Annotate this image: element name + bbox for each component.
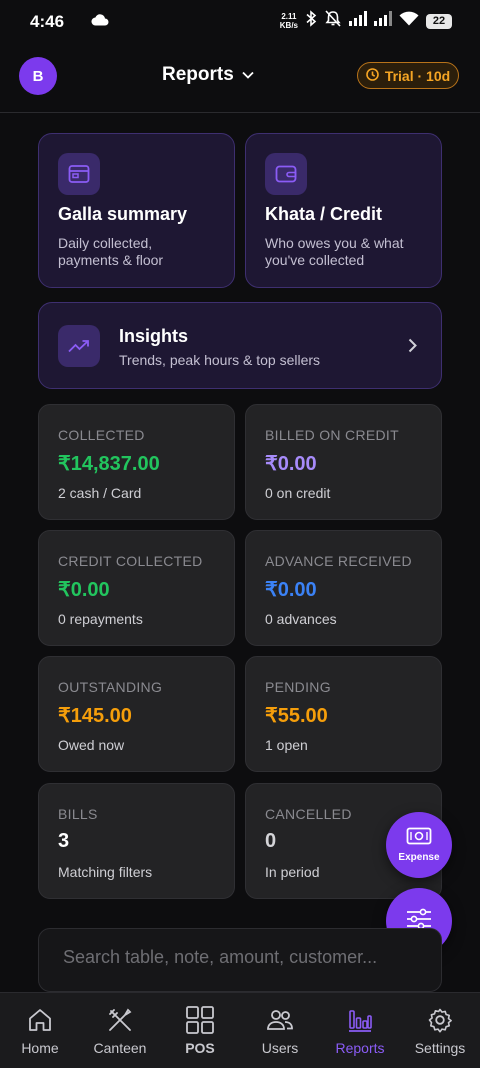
stat-label: BILLS <box>58 806 98 822</box>
status-time: 4:46 <box>30 12 65 31</box>
stat-value: ₹0.00 <box>265 579 317 601</box>
nav-label: Canteen <box>93 1039 147 1056</box>
expense-button[interactable]: Expense <box>386 812 452 878</box>
stat-label: COLLECTED <box>58 427 145 443</box>
stat-label: CREDIT COLLECTED <box>58 553 203 569</box>
cloud-icon <box>91 13 109 31</box>
stat-value: ₹0.00 <box>265 453 317 475</box>
report-selector[interactable]: Reports <box>162 64 254 86</box>
stat-card-billed-on-credit[interactable]: BILLED ON CREDIT ₹0.00 0 on credit <box>245 404 442 520</box>
page-title: Reports <box>162 64 234 85</box>
grid-icon <box>185 1005 215 1034</box>
stat-value: ₹14,837.00 <box>58 453 160 475</box>
stat-subtext: In period <box>265 864 320 880</box>
cash-icon <box>406 827 432 850</box>
nav-label: Settings <box>414 1039 466 1056</box>
wifi-icon <box>399 11 419 31</box>
home-icon <box>27 1006 53 1034</box>
card-description: Daily collected, payments & floor <box>58 235 164 268</box>
stat-value: 3 <box>58 830 70 852</box>
chevron-down-icon <box>242 66 254 84</box>
nav-canteen[interactable]: Canteen <box>80 993 160 1068</box>
card-title: Insights <box>119 326 189 346</box>
card-title: Galla summary <box>58 204 188 224</box>
nav-label: Reports <box>335 1039 385 1056</box>
stat-card-bills[interactable]: BILLS 3 Matching filters <box>38 783 235 899</box>
galla-summary-card[interactable]: Galla summary Daily collected, payments … <box>38 133 235 288</box>
stat-subtext: 1 open <box>265 737 308 753</box>
stat-card-collected[interactable]: COLLECTED ₹14,837.00 2 cash / Card <box>38 404 235 520</box>
stat-card-advance-received[interactable]: ADVANCE RECEIVED ₹0.00 0 advances <box>245 530 442 646</box>
stat-label: OUTSTANDING <box>58 679 163 695</box>
status-bar: 4:46 2.11 KB/s 22 <box>0 0 480 44</box>
trial-badge-label: Trial · 10d <box>384 67 451 84</box>
mute-icon <box>324 10 342 32</box>
stat-label: CANCELLED <box>265 806 352 822</box>
nav-settings[interactable]: Settings <box>400 993 480 1068</box>
register-icon <box>58 153 100 195</box>
stat-subtext: Owed now <box>58 737 125 753</box>
nav-users[interactable]: Users <box>240 993 320 1068</box>
gear-icon <box>427 1006 453 1034</box>
app-header: B Reports Trial · 10d <box>0 44 480 113</box>
clock-icon <box>366 67 379 84</box>
stat-subtext: Matching filters <box>58 864 153 880</box>
card-description: Trends, peak hours & top sellers <box>119 352 321 368</box>
signal-icon <box>349 11 367 31</box>
bluetooth-icon <box>305 10 317 32</box>
stat-subtext: 0 advances <box>265 611 337 627</box>
trial-badge[interactable]: Trial · 10d <box>357 62 459 89</box>
stat-label: ADVANCE RECEIVED <box>265 553 412 569</box>
stat-value: ₹55.00 <box>265 705 328 727</box>
chevron-right-icon <box>408 338 417 358</box>
search-box <box>38 928 442 992</box>
card-title: Khata / Credit <box>265 204 383 224</box>
bar-chart-icon <box>347 1006 373 1034</box>
signal-icon-2 <box>374 11 392 31</box>
stat-card-pending[interactable]: PENDING ₹55.00 1 open <box>245 656 442 772</box>
stat-subtext: 0 repayments <box>58 611 143 627</box>
expense-button-label: Expense <box>398 852 440 863</box>
bottom-nav: Home Canteen POS Users Reports Settings <box>0 992 480 1068</box>
card-description: Who owes you & what you've collected <box>265 235 404 268</box>
stat-label: BILLED ON CREDIT <box>265 427 399 443</box>
battery-indicator: 22 <box>426 13 452 29</box>
search-input[interactable] <box>39 929 441 991</box>
stat-card-credit-collected[interactable]: CREDIT COLLECTED ₹0.00 0 repayments <box>38 530 235 646</box>
users-icon <box>266 1006 294 1034</box>
net-speed: 2.11 KB/s <box>279 12 298 30</box>
nav-home[interactable]: Home <box>0 993 80 1068</box>
insights-card[interactable]: Insights Trends, peak hours & top seller… <box>38 302 442 389</box>
nav-pos[interactable]: POS <box>160 993 240 1068</box>
khata-credit-card[interactable]: Khata / Credit Who owes you & what you'v… <box>245 133 442 288</box>
wallet-icon <box>265 153 307 195</box>
stat-value: ₹145.00 <box>58 705 132 727</box>
stat-value: 0 <box>265 830 277 852</box>
stat-value: ₹0.00 <box>58 579 110 601</box>
avatar[interactable]: B <box>19 57 57 95</box>
stat-subtext: 2 cash / Card <box>58 485 142 501</box>
stat-card-outstanding[interactable]: OUTSTANDING ₹145.00 Owed now <box>38 656 235 772</box>
trend-up-icon <box>58 325 100 367</box>
stat-label: PENDING <box>265 679 331 695</box>
stat-subtext: 0 on credit <box>265 485 331 501</box>
nav-reports[interactable]: Reports <box>320 993 400 1068</box>
nav-label: Home <box>21 1039 59 1056</box>
nav-label: POS <box>185 1039 215 1056</box>
fork-knife-icon <box>107 1006 133 1034</box>
nav-label: Users <box>261 1039 299 1056</box>
